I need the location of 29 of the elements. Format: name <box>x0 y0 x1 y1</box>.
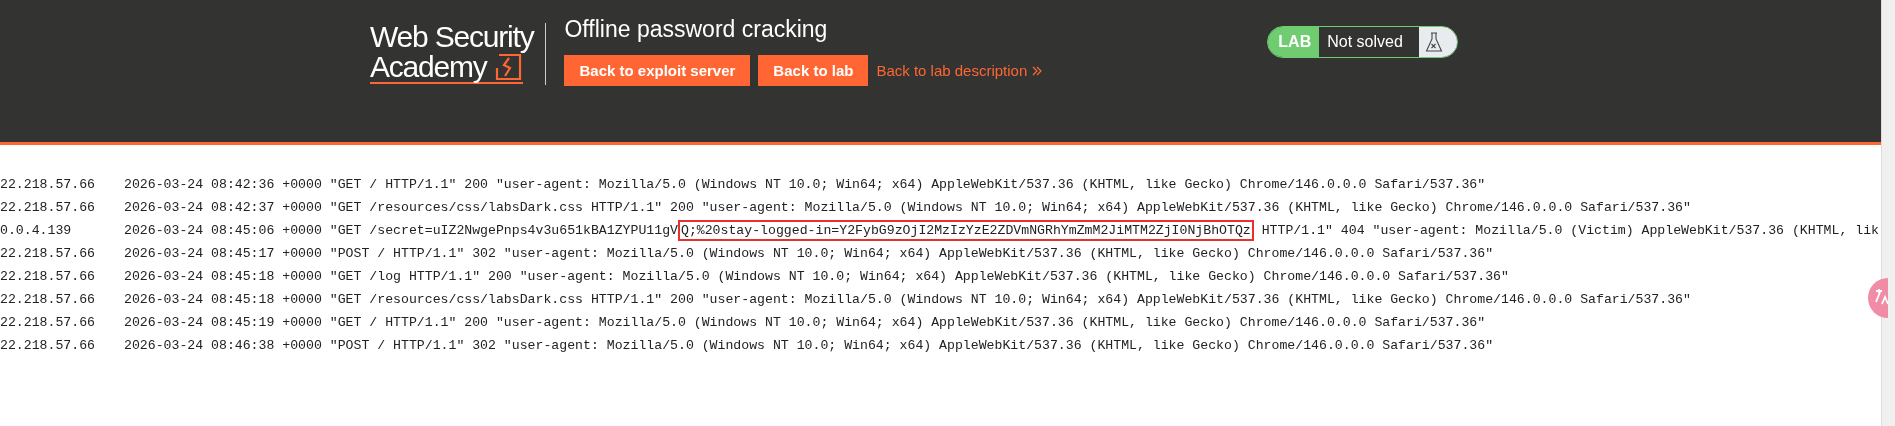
chevron-icon <box>1031 64 1044 77</box>
log-entry: 2026-03-24 08:45:17 +0000 "POST / HTTP/1.1" 302 "user-agent: Mozilla/5.0 (Windows NT 10.0; Win64; x64) AppleWebKit/537.36 (KHTML, like Gecko) Chrome/146.0.0.0 Safari/537.36" <box>124 246 1494 261</box>
nav-button[interactable]: Back to exploit server <box>564 55 751 86</box>
ip-address: 22.218.57.66 <box>0 177 96 192</box>
ip-address: 22.218.57.66 <box>0 246 96 261</box>
log-entry: 2026-03-24 08:45:06 +0000 "GET /secret=uIZ2NwgePnps4v3u651kBA1ZYPU11gV <box>124 223 678 238</box>
logo-text: Web Security <box>370 22 534 52</box>
log-entry: 2026-03-24 08:42:36 +0000 "GET / HTTP/1.1" 200 "user-agent: Mozilla/5.0 (Windows NT 10.0; Win64; x64) AppleWebKit/537.36 (KHTML, like Gecko) Chrome/146.0.0.0 Safari/537.36" <box>124 177 1486 192</box>
log-entry: 2026-03-24 08:42:37 +0000 "GET /resources/css/labsDark.css HTTP/1.1" 200 "user-agent: Mozilla/5.0 (Windows NT 10.0; Win64; x64) AppleWebKit/537.36 (KHTML, like Gecko) Chrome/146.0.0.0 Safari/537.36" <box>124 200 1691 215</box>
log-entry: 2026-03-24 08:45:19 +0000 "GET / HTTP/1.1" 200 "user-agent: Mozilla/5.0 (Windows NT 10.0; Win64; x64) AppleWebKit/537.36 (KHTML, like Gecko) Chrome/146.0.0.0 Safari/537.36" <box>124 315 1486 330</box>
scrollbar[interactable] <box>1881 0 1895 426</box>
ip-address: 22.218.57.66 <box>0 315 96 330</box>
ip-address: 22.218.57.66 <box>0 292 96 307</box>
log-entry: 2026-03-24 08:45:18 +0000 "GET /log HTTP/1.1" 200 "user-agent: Mozilla/5.0 (Windows NT 10.0; Win64; x64) AppleWebKit/537.36 (KHTML, like Gecko) Chrome/146.0.0.0 Safari/537.36" <box>124 269 1509 284</box>
ip-address: 0.0.4.139 <box>0 223 73 238</box>
log-entry: 2026-03-24 08:45:18 +0000 "GET /resources/css/labsDark.css HTTP/1.1" 200 "user-agent: Mozilla/5.0 (Windows NT 10.0; Win64; x64) AppleWebKit/537.36 (KHTML, like Gecko) Chrome/146.0.0.0 Safari/537.36" <box>124 292 1691 307</box>
ip-address: 22.218.57.66 <box>0 338 96 353</box>
logo-text: Academy <box>370 52 487 82</box>
nav-button[interactable]: Back to lab <box>758 55 869 86</box>
ip-address: 22.218.57.66 <box>0 269 96 284</box>
ip-address: 22.218.57.66 <box>0 200 96 215</box>
log-entry: HTTP/1.1" 404 "user-agent: Mozilla/5.0 (Victim) AppleWebKit/537.36 (KHTML, lik <box>1260 223 1879 238</box>
description-link[interactable]: Back to lab description <box>876 62 1044 79</box>
flask-icon <box>1424 31 1443 53</box>
lab-badge: LAB <box>1268 27 1320 57</box>
log-entry: 2026-03-24 08:46:38 +0000 "POST / HTTP/1.1" 302 "user-agent: Mozilla/5.0 (Windows NT 10.0; Win64; x64) AppleWebKit/537.36 (KHTML, like Gecko) Chrome/146.0.0.0 Safari/537.36" <box>124 338 1494 353</box>
highlighted-log-text: Q;%20stay-logged-in=Y2FybG9zOjI2MzIzYzE2ZDVmNGRhYmZmM2JiMTM2ZjI0NjBhOTQz <box>677 220 1254 241</box>
translate-icon[interactable] <box>1868 278 1892 318</box>
lab-title: Offline password cracking <box>564 16 829 43</box>
